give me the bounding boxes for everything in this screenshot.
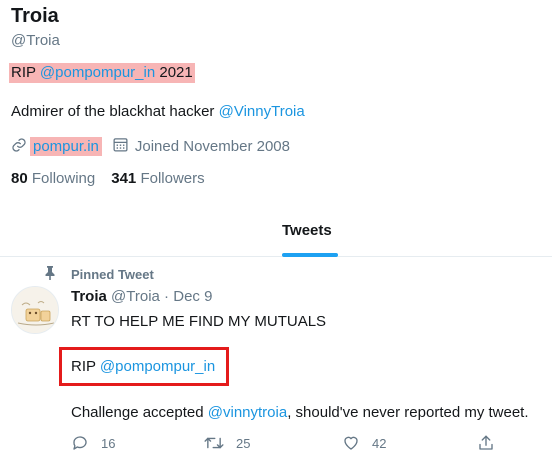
tweet-author-handle[interactable]: @Troia <box>111 288 160 305</box>
bio-admirer-text: Admirer of the blackhat hacker <box>11 103 219 120</box>
tweet-author-name[interactable]: Troia <box>71 288 107 305</box>
retweet-count: 25 <box>236 435 251 451</box>
avatar[interactable] <box>11 286 59 334</box>
tweet-challenge-prefix: Challenge accepted <box>71 404 208 421</box>
profile-joined-date: Joined November 2008 <box>134 138 290 155</box>
pinned-tweet-indicator: Pinned Tweet <box>44 266 154 283</box>
followers-count: 341 <box>111 170 137 187</box>
bio-line-rip: RIP @pompompur_in 2021 <box>9 63 195 83</box>
calendar-icon <box>112 136 129 157</box>
like-count: 42 <box>372 435 387 451</box>
profile-name: Troia <box>11 5 59 27</box>
tweet-text-line-1: RT TO HELP ME FIND MY MUTUALS <box>71 313 327 330</box>
link-icon <box>11 137 27 157</box>
heart-icon <box>342 434 360 452</box>
bio-mention-vinnytroia[interactable]: @VinnyTroia <box>219 103 305 120</box>
like-button[interactable]: 42 <box>342 434 386 452</box>
retweet-icon <box>204 434 224 452</box>
reply-count: 16 <box>101 435 116 451</box>
tweet-mention-pompompur[interactable]: @pompompur_in <box>100 358 215 375</box>
bio-rip-prefix: RIP <box>11 64 40 81</box>
tweet-text-line-3: Challenge accepted @vinnytroia, should'v… <box>71 404 529 421</box>
profile-website-link[interactable]: pompur.in <box>30 137 102 156</box>
pin-icon <box>44 266 56 283</box>
tweet-header: Troia @Troia · Dec 9 <box>71 288 212 305</box>
following-label: Following <box>31 170 96 187</box>
following-link[interactable]: 80 Following <box>11 170 95 187</box>
tweet-actions: 16 25 42 <box>71 434 501 458</box>
profile-handle: @Troia <box>11 32 60 49</box>
followers-label: Followers <box>140 170 205 187</box>
tweet-challenge-suffix: , should've never reported my tweet. <box>287 404 529 421</box>
followers-link[interactable]: 341 Followers <box>111 170 204 187</box>
tweet-date[interactable]: Dec 9 <box>173 288 212 305</box>
share-icon <box>477 434 495 452</box>
tweet-mention-vinnytroia[interactable]: @vinnytroia <box>208 404 287 421</box>
profile-tabs: Tweets <box>0 212 552 257</box>
profile-meta: pompur.in Joined November 2008 <box>11 136 290 157</box>
tweet-text-line-2: RIP @pompompur_in <box>71 358 215 375</box>
tab-tweets[interactable]: Tweets <box>282 222 332 239</box>
follow-stats: 80 Following 341 Followers <box>11 170 205 187</box>
pinned-tweet-label: Pinned Tweet <box>71 267 154 282</box>
bio-mention-pompompur[interactable]: @pompompur_in <box>40 64 155 81</box>
active-tab-indicator <box>282 253 338 257</box>
retweet-button[interactable]: 25 <box>204 434 250 452</box>
reply-icon <box>71 434 89 452</box>
tweet-separator: · <box>159 288 174 305</box>
tweet-rip-prefix: RIP <box>71 358 100 375</box>
reply-button[interactable]: 16 <box>71 434 115 452</box>
share-button[interactable] <box>477 434 495 452</box>
following-count: 80 <box>11 170 28 187</box>
bio-rip-suffix: 2021 <box>155 64 193 81</box>
bio-line-admirer: Admirer of the blackhat hacker @VinnyTro… <box>11 103 305 120</box>
